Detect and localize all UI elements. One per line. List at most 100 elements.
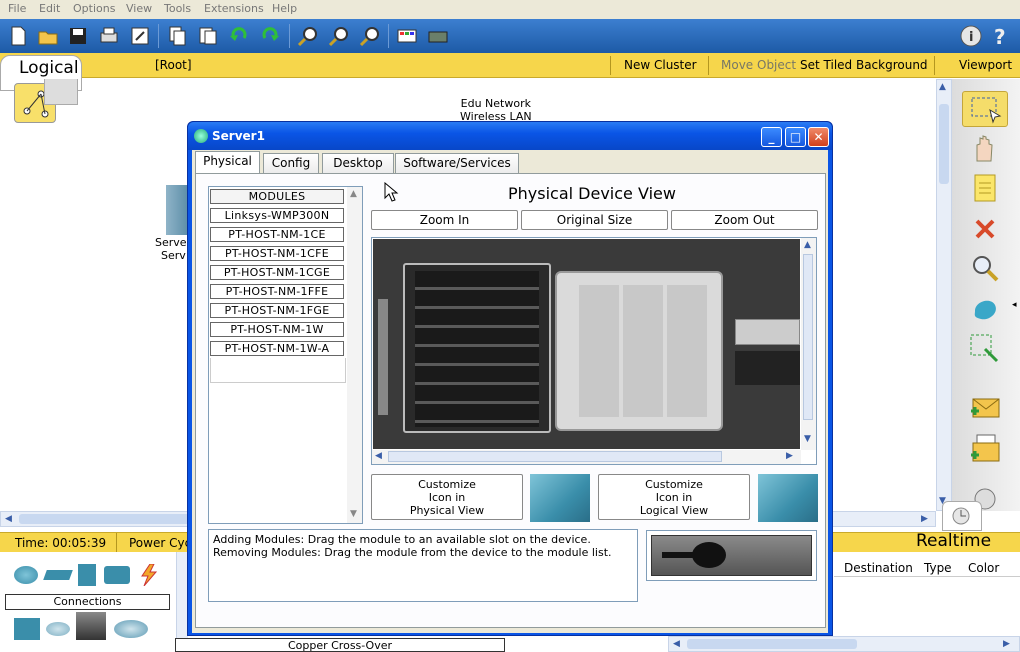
tab-physical[interactable]: Physical: [195, 151, 260, 174]
connections-category-icon[interactable]: [136, 563, 160, 587]
info-icon[interactable]: i: [959, 24, 983, 48]
scroll-left-icon[interactable]: ◀: [5, 514, 12, 524]
router-category-icon[interactable]: [14, 566, 38, 584]
switch-category-icon[interactable]: [43, 570, 73, 580]
root-breadcrumb[interactable]: [Root]: [155, 58, 192, 72]
list-item[interactable]: PT-HOST-NM-1CE: [210, 227, 344, 242]
list-item[interactable]: Linksys-WMP300N: [210, 208, 344, 223]
module-list[interactable]: MODULES Linksys-WMP300N PT-HOST-NM-1CE P…: [208, 186, 363, 524]
customize-physical-icon-button[interactable]: Customize Icon in Physical View: [371, 474, 523, 520]
place-note-icon[interactable]: [962, 171, 1008, 207]
device-template-icon[interactable]: [426, 24, 450, 48]
tab-desktop[interactable]: Desktop: [322, 153, 394, 173]
module-list-scrollbar[interactable]: ▲ ▼: [347, 187, 362, 523]
device-view-horizontal-scrollbar[interactable]: ◀ ▶: [372, 450, 801, 464]
menu-options[interactable]: Options: [73, 2, 115, 15]
wireless-category-icon[interactable]: [104, 566, 130, 584]
device-view-vertical-scrollbar[interactable]: ▲ ▼: [801, 238, 816, 450]
zoom-out-button[interactable]: Zoom Out: [671, 210, 818, 230]
realtime-mode-label[interactable]: Realtime: [916, 531, 991, 551]
scroll-right-icon[interactable]: ▶: [1003, 639, 1010, 649]
scroll-left-icon[interactable]: ◀: [673, 639, 680, 649]
viewport-button[interactable]: Viewport: [959, 58, 1012, 72]
scroll-thumb[interactable]: [388, 451, 722, 462]
scroll-thumb[interactable]: [803, 254, 813, 420]
draw-shape-icon[interactable]: [962, 291, 1008, 327]
expansion-slot[interactable]: [735, 351, 800, 385]
empty-module-slot[interactable]: [735, 319, 800, 345]
save-icon[interactable]: [66, 24, 90, 48]
scroll-down-icon[interactable]: ▼: [804, 434, 811, 444]
zoom-in-button[interactable]: Zoom In: [371, 210, 518, 230]
hub-category-icon[interactable]: [78, 564, 96, 586]
physical-device-view[interactable]: ▲ ▼ ◀ ▶: [371, 237, 817, 465]
server-device-icon[interactable]: [166, 185, 188, 235]
move-layout-icon[interactable]: [962, 131, 1008, 167]
end-devices-icon[interactable]: [14, 618, 40, 640]
menu-help[interactable]: Help: [272, 2, 297, 15]
delete-icon[interactable]: [962, 211, 1008, 247]
new-file-icon[interactable]: [6, 24, 30, 48]
list-item[interactable]: PT-HOST-NM-1CFE: [210, 246, 344, 261]
customize-logical-icon-button[interactable]: Customize Icon in Logical View: [598, 474, 750, 520]
power-cycle-button[interactable]: Power Cyc: [129, 536, 191, 550]
add-complex-pdu-icon[interactable]: [962, 431, 1008, 467]
dialog-titlebar[interactable]: Server1 _ □ ✕: [188, 122, 832, 150]
list-item[interactable]: PT-HOST-NM-1W-A: [210, 341, 344, 356]
activity-wizard-icon[interactable]: [128, 24, 152, 48]
scroll-up-icon[interactable]: ▲: [350, 189, 357, 199]
menu-extensions[interactable]: Extensions: [204, 2, 264, 15]
redo-icon[interactable]: [258, 24, 282, 48]
print-icon[interactable]: [97, 24, 121, 48]
list-item[interactable]: PT-HOST-NM-1FFE: [210, 284, 344, 299]
resize-shape-icon[interactable]: [962, 331, 1008, 367]
scroll-thumb[interactable]: [687, 639, 857, 649]
undo-icon[interactable]: [227, 24, 251, 48]
select-tool-icon[interactable]: [962, 91, 1008, 127]
scroll-down-icon[interactable]: ▼: [350, 509, 357, 519]
help-icon[interactable]: ?: [989, 24, 1013, 49]
scroll-right-icon[interactable]: ▶: [786, 451, 793, 461]
zoom-reset-icon[interactable]: [327, 24, 351, 48]
copy-icon[interactable]: [165, 24, 189, 48]
list-item[interactable]: PT-HOST-NM-1CGE: [210, 265, 344, 280]
panel-expand-icon[interactable]: ◂: [1012, 300, 1017, 310]
realtime-tab[interactable]: [942, 501, 982, 531]
tab-config[interactable]: Config: [263, 153, 319, 173]
pdu-column-type[interactable]: Type: [924, 561, 952, 575]
move-object-button[interactable]: Move Object: [721, 58, 796, 72]
zoom-out-icon[interactable]: [358, 24, 382, 48]
scroll-thumb[interactable]: [939, 104, 949, 184]
new-cluster-button[interactable]: New Cluster: [624, 58, 697, 72]
inspect-icon[interactable]: [962, 251, 1008, 287]
custom-device-icon[interactable]: [76, 612, 106, 640]
menu-tools[interactable]: Tools: [164, 2, 191, 15]
multiuser-cloud-icon[interactable]: [114, 620, 148, 638]
paste-icon[interactable]: [196, 24, 220, 48]
pdu-column-destination[interactable]: Destination: [844, 561, 913, 575]
scroll-up-icon[interactable]: ▲: [939, 82, 946, 92]
pdu-horizontal-scrollbar[interactable]: ◀ ▶: [668, 636, 1020, 652]
zoom-in-icon[interactable]: [296, 24, 320, 48]
wan-emulation-icon[interactable]: [46, 622, 70, 636]
workspace-vertical-scrollbar[interactable]: ▲ ▼: [936, 79, 952, 511]
palette-icon[interactable]: [395, 24, 419, 48]
close-button[interactable]: ✕: [808, 127, 829, 147]
drive-bay[interactable]: [403, 263, 551, 433]
original-size-button[interactable]: Original Size: [521, 210, 668, 230]
tab-software-services[interactable]: Software/Services: [395, 153, 519, 173]
device-chassis-image[interactable]: [373, 239, 800, 449]
list-item[interactable]: PT-HOST-NM-1FGE: [210, 303, 344, 318]
scroll-right-icon[interactable]: ▶: [921, 514, 928, 524]
menu-view[interactable]: View: [126, 2, 152, 15]
pdu-column-color[interactable]: Color: [968, 561, 999, 575]
scroll-up-icon[interactable]: ▲: [804, 240, 811, 250]
add-simple-pdu-icon[interactable]: [962, 391, 1008, 427]
open-folder-icon[interactable]: [36, 24, 60, 48]
scroll-left-icon[interactable]: ◀: [375, 451, 382, 461]
set-tiled-background-button[interactable]: Set Tiled Background: [800, 58, 928, 72]
minimize-button[interactable]: _: [761, 127, 782, 147]
maximize-button[interactable]: □: [785, 127, 806, 147]
list-item[interactable]: PT-HOST-NM-1W: [210, 322, 344, 337]
menu-file[interactable]: File: [8, 2, 26, 15]
